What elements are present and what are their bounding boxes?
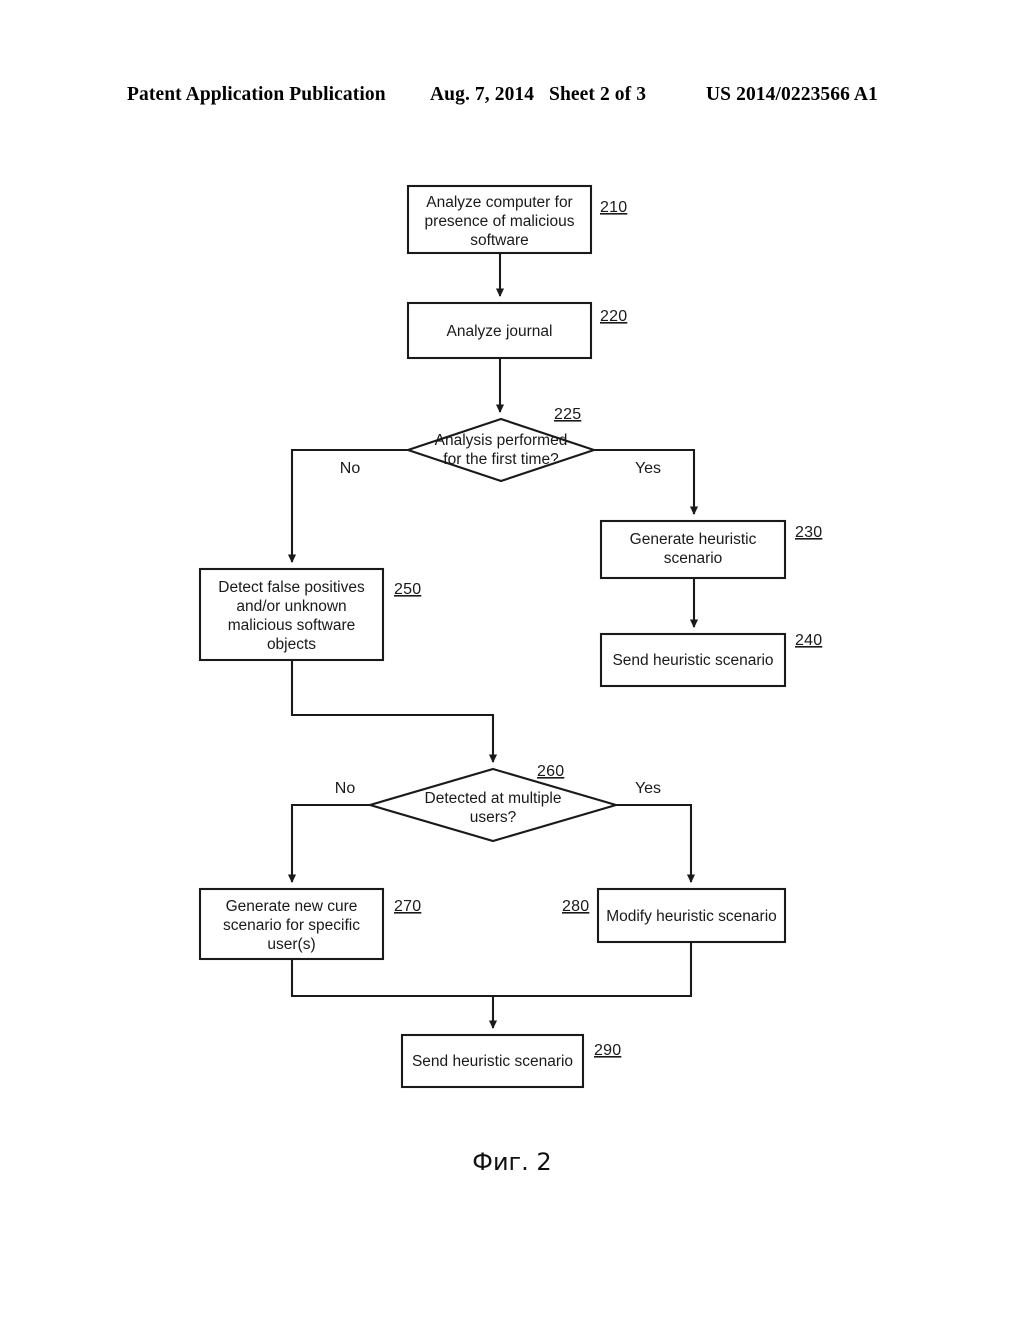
flowchart-diagram: Analyze computer for presence of malicio… xyxy=(198,184,822,1089)
node-230-line-2: scenario xyxy=(664,550,723,567)
node-260-line-1: Detected at multiple xyxy=(425,790,562,807)
node-210-line-1: Analyze computer for xyxy=(426,194,572,211)
branch-label-yes-260: Yes xyxy=(635,780,661,797)
ref-number-280: 280 xyxy=(562,898,589,915)
ref-number-290: 290 xyxy=(594,1042,621,1059)
connector-280-merge xyxy=(493,942,693,998)
node-280-line-1: Modify heuristic scenario xyxy=(606,908,777,925)
node-250[interactable]: Detect false positives and/or unknown ma… xyxy=(198,567,385,662)
node-layer: Analyze computer for presence of malicio… xyxy=(198,184,787,1089)
node-220-line-1: Analyze journal xyxy=(447,323,553,340)
figure-caption: Фиг. 2 xyxy=(472,1148,552,1176)
node-250-line-4: objects xyxy=(267,636,316,653)
connector-260-270-no xyxy=(287,803,370,884)
node-225-diamond xyxy=(404,417,598,483)
node-225[interactable]: Analysis performed for the first time? xyxy=(404,417,598,483)
node-250-line-3: malicious software xyxy=(228,617,356,634)
connector-260-280-yes xyxy=(616,803,696,884)
ref-number-260: 260 xyxy=(537,763,564,780)
branch-label-yes-225: Yes xyxy=(635,460,661,477)
node-260[interactable]: Detected at multiple users? xyxy=(366,767,620,843)
ref-number-220: 220 xyxy=(600,308,627,325)
ref-number-270: 270 xyxy=(394,898,421,915)
node-260-line-2: users? xyxy=(470,809,517,826)
connector-270-merge xyxy=(290,959,493,998)
node-250-line-1: Detect false positives xyxy=(218,579,365,596)
node-225-line-1: Analysis performed xyxy=(435,432,568,449)
connector-250-260 xyxy=(290,660,498,764)
node-240-line-1: Send heuristic scenario xyxy=(612,652,773,669)
node-250-line-2: and/or unknown xyxy=(236,598,346,615)
node-210-line-3: software xyxy=(470,232,529,249)
branch-label-no-225: No xyxy=(340,460,361,477)
node-240[interactable]: Send heuristic scenario xyxy=(599,632,787,688)
node-210-line-2: presence of malicious xyxy=(425,213,575,230)
branch-label-no-260: No xyxy=(335,780,356,797)
ref-number-240: 240 xyxy=(795,632,822,649)
node-290[interactable]: Send heuristic scenario xyxy=(400,1033,585,1089)
patent-page: Patent Application Publication Aug. 7, 2… xyxy=(0,0,1024,1320)
node-225-line-2: for the first time? xyxy=(443,451,559,468)
node-230-line-1: Generate heuristic xyxy=(630,531,757,548)
node-210[interactable]: Analyze computer for presence of malicio… xyxy=(406,184,593,255)
node-270-line-1: Generate new cure xyxy=(226,898,358,915)
node-220[interactable]: Analyze journal xyxy=(406,301,593,360)
node-270[interactable]: Generate new cure scenario for specific … xyxy=(198,887,385,961)
node-280[interactable]: Modify heuristic scenario xyxy=(596,887,787,944)
ref-number-210: 210 xyxy=(600,199,627,216)
node-230[interactable]: Generate heuristic scenario xyxy=(599,519,787,580)
ref-number-225: 225 xyxy=(554,406,581,423)
node-270-line-2: scenario for specific xyxy=(223,917,360,934)
node-270-line-3: user(s) xyxy=(267,936,315,953)
ref-number-250: 250 xyxy=(394,581,421,598)
ref-number-230: 230 xyxy=(795,524,822,541)
node-290-line-1: Send heuristic scenario xyxy=(412,1053,573,1070)
